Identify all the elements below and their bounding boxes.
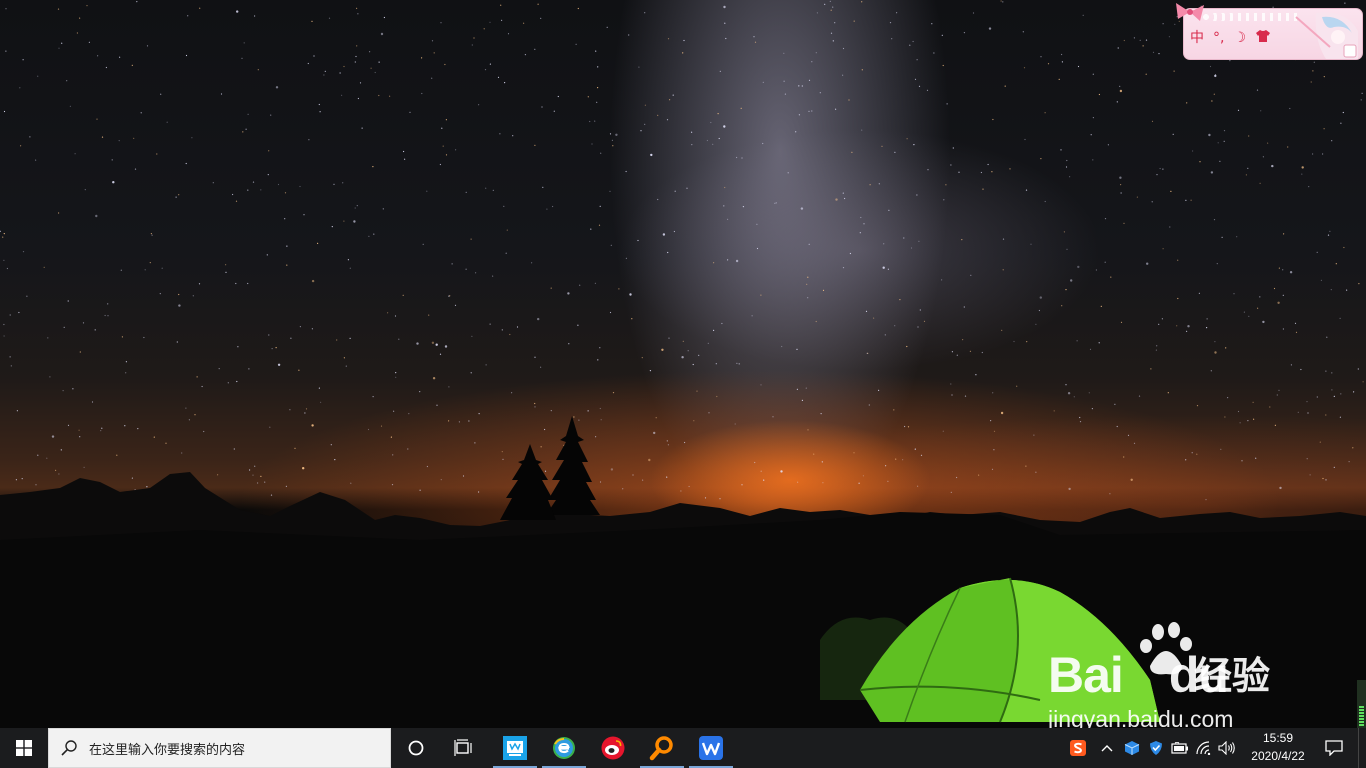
- search-placeholder: 在这里输入你要搜索的内容: [89, 742, 246, 758]
- weibo-icon: [601, 736, 625, 760]
- pine-trees: [500, 416, 600, 520]
- cube-app-icon: [1124, 741, 1140, 755]
- taskbar-clock[interactable]: 15:59 2020/4/22: [1240, 728, 1316, 768]
- clock-time: 15:59: [1262, 731, 1294, 745]
- taskbar: 在这里输入你要搜索的内容 15:59 2020/4/22: [0, 728, 1366, 768]
- taskbar-app-browser[interactable]: [540, 728, 588, 768]
- tray-volume[interactable]: [1215, 728, 1239, 768]
- taskbar-app-whiteboard[interactable]: [491, 728, 539, 768]
- windows-logo-icon: [16, 740, 32, 756]
- ime-moon-icon[interactable]: ☽: [1233, 30, 1246, 46]
- show-desktop-button[interactable]: [1358, 728, 1366, 768]
- desktop-wallpaper: [0, 0, 1366, 728]
- cloud-decoration: [1202, 13, 1298, 21]
- tray-battery[interactable]: [1168, 728, 1192, 768]
- side-level-gauge: [1357, 680, 1366, 728]
- jingyan-brand-text: 经验: [1194, 654, 1271, 698]
- browser-e-icon: [553, 737, 575, 759]
- task-view-button[interactable]: [440, 728, 488, 768]
- taskbar-app-magnifier[interactable]: [638, 728, 686, 768]
- battery-icon: [1171, 742, 1188, 754]
- sogou-ime-icon: [1070, 740, 1086, 756]
- baidu-logo-bai: Bai: [1048, 647, 1124, 703]
- tray-sogou-ime[interactable]: [1066, 728, 1090, 768]
- start-button[interactable]: [0, 728, 48, 768]
- tray-show-hidden[interactable]: [1095, 728, 1119, 768]
- tray-cube-app[interactable]: [1120, 728, 1144, 768]
- wifi-icon: [1196, 741, 1211, 755]
- volume-icon: [1218, 741, 1235, 755]
- ime-toolbar[interactable]: 中 °, ☽: [1176, 3, 1363, 60]
- tray-network[interactable]: [1192, 728, 1216, 768]
- taskbar-search-box[interactable]: 在这里输入你要搜索的内容: [48, 728, 391, 768]
- notification-icon: [1325, 740, 1343, 756]
- baidu-jingyan-watermark: Bai du 经验 jingyan.baidu.com: [1048, 622, 1298, 734]
- circle-icon: [408, 740, 424, 756]
- task-view-icon: [454, 739, 472, 756]
- cortana-button[interactable]: [392, 728, 440, 768]
- search-icon: [61, 740, 77, 756]
- ime-punctuation-toggle[interactable]: °,: [1213, 30, 1224, 46]
- taskbar-app-wps[interactable]: [687, 728, 735, 768]
- gauge-level-fill: [1359, 706, 1364, 726]
- clock-date: 2020/4/22: [1251, 749, 1305, 763]
- mountain-landscape: [0, 416, 1366, 728]
- action-center-button[interactable]: [1316, 728, 1352, 768]
- magnifier-search-icon: [649, 736, 673, 761]
- ime-mode-toggle[interactable]: 中: [1190, 30, 1204, 46]
- whiteboard-app-icon: [503, 736, 527, 760]
- ime-skin-icon[interactable]: [1255, 29, 1271, 47]
- shield-icon: [1150, 741, 1162, 755]
- taskbar-app-weibo[interactable]: [589, 728, 637, 768]
- wps-icon: [699, 736, 723, 760]
- anime-girl-decoration: [1295, 12, 1358, 59]
- chevron-up-icon: [1101, 745, 1113, 752]
- tray-security[interactable]: [1144, 728, 1168, 768]
